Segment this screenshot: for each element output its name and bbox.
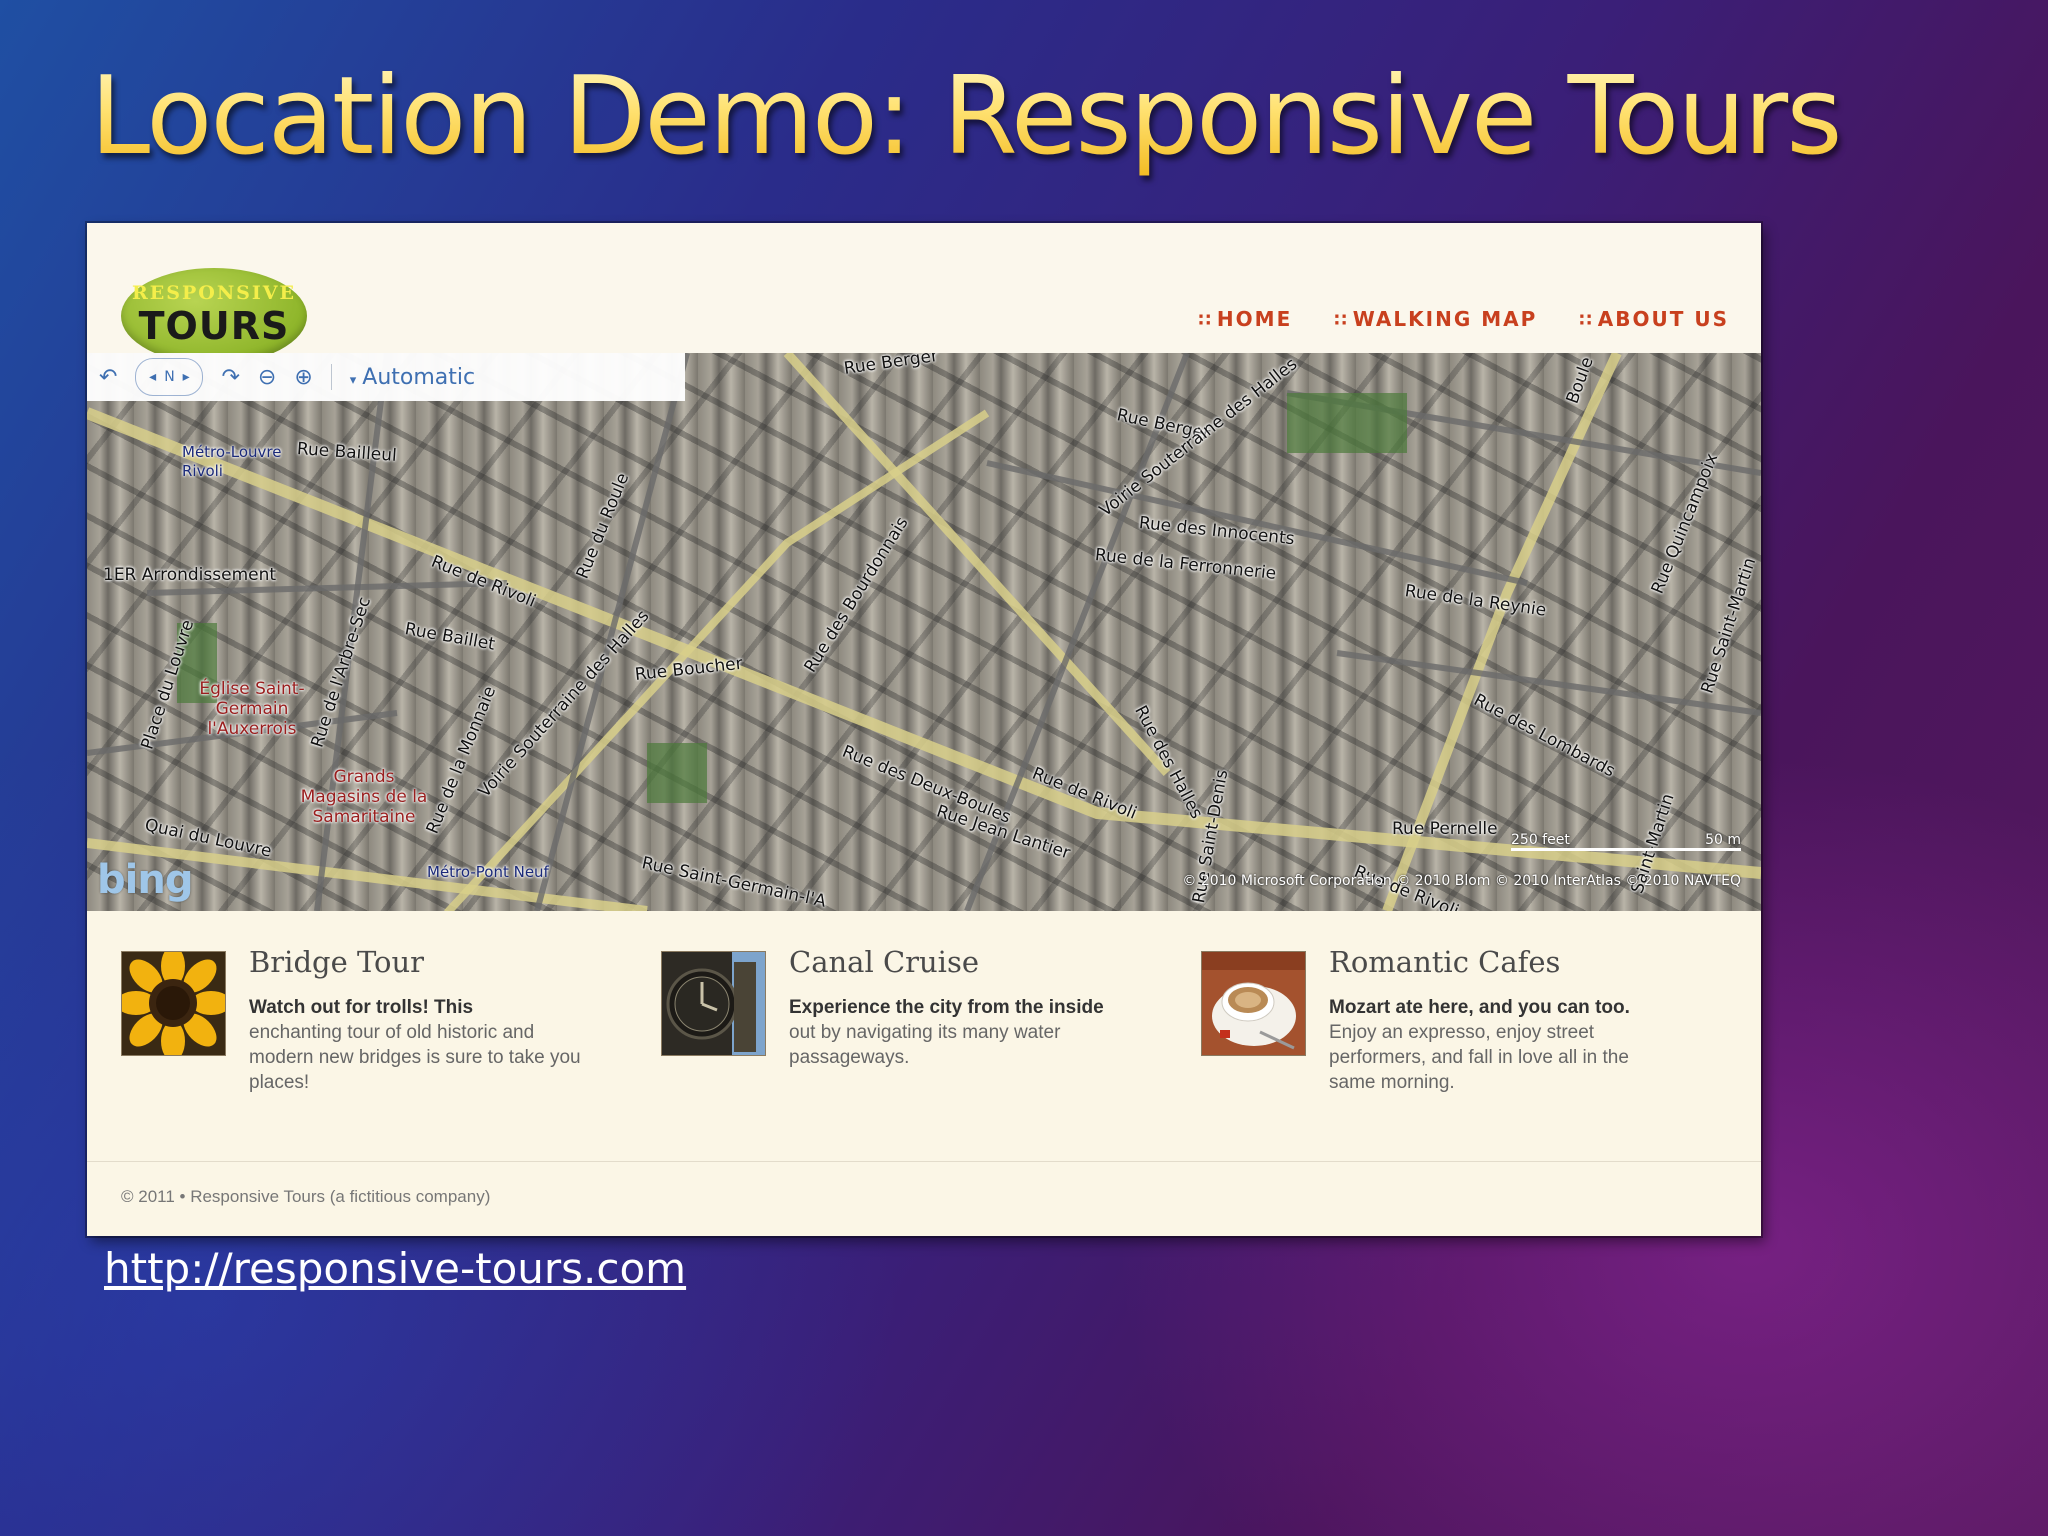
zoom-out-icon[interactable]: ⊖ bbox=[258, 365, 276, 390]
toolbar-divider bbox=[330, 364, 332, 390]
sunflower-image[interactable] bbox=[121, 951, 226, 1056]
tour-lead: Mozart ate here, and you can too. bbox=[1329, 997, 1630, 1018]
logo-top-text: RESPONSIVE bbox=[131, 282, 297, 304]
map-scale-meters: 50 m bbox=[1705, 832, 1741, 848]
tour-title[interactable]: Canal Cruise bbox=[789, 945, 979, 979]
bing-logo: bing bbox=[97, 857, 193, 903]
logo-bottom-text: TOURS bbox=[138, 304, 290, 348]
compass-label: N bbox=[164, 369, 175, 385]
tour-list: Bridge Tour Watch out for trolls! This en… bbox=[87, 911, 1761, 1141]
nav-bullet-icon: ∷ bbox=[1579, 310, 1594, 331]
tour-card-bridge[interactable]: Bridge Tour Watch out for trolls! This en… bbox=[121, 945, 621, 1121]
website-screenshot: RESPONSIVE TOURS ∷ HOME ∷ WALKING MAP ∷ ABO… bbox=[87, 223, 1761, 1236]
map-scale-bar: 250 feet 50 m bbox=[1511, 832, 1741, 851]
map-label: Rue Pernelle bbox=[1392, 819, 1498, 839]
tour-card-canal[interactable]: Canal Cruise Experience the city from th… bbox=[661, 945, 1161, 1121]
nav-about-us[interactable]: ∷ ABOUT US bbox=[1579, 307, 1729, 331]
tour-description: Mozart ate here, and you can too. Enjoy a… bbox=[1329, 995, 1679, 1095]
tour-title[interactable]: Bridge Tour bbox=[249, 945, 424, 979]
tour-lead: Watch out for trolls! This bbox=[249, 997, 474, 1018]
pan-right-icon[interactable]: ▸ bbox=[183, 369, 190, 385]
site-header: RESPONSIVE TOURS ∷ HOME ∷ WALKING MAP ∷ ABO… bbox=[87, 223, 1761, 364]
site-url-link[interactable]: http://responsive-tours.com bbox=[104, 1244, 686, 1293]
map-mode-dropdown[interactable]: ▾ Automatic bbox=[350, 365, 475, 390]
coffee-cup-image[interactable] bbox=[1201, 951, 1306, 1056]
tour-body: Enjoy an expresso, enjoy street performe… bbox=[1329, 1022, 1629, 1093]
chevron-down-icon: ▾ bbox=[349, 372, 357, 388]
tour-description: Watch out for trolls! This enchanting tou… bbox=[249, 995, 599, 1095]
nav-walking-map-label: WALKING MAP bbox=[1352, 307, 1538, 331]
map-label: 1ER Arrondissement bbox=[103, 565, 277, 585]
map-copyright: © 2010 Microsoft Corporation © 2010 Blom… bbox=[1182, 873, 1741, 889]
nav-home-label: HOME bbox=[1216, 307, 1293, 331]
clock-image[interactable] bbox=[661, 951, 766, 1056]
slide-title: Location Demo: Responsive Tours bbox=[90, 52, 1990, 182]
compass-control[interactable]: ◂ N ▸ bbox=[135, 358, 204, 396]
tour-title[interactable]: Romantic Cafes bbox=[1329, 945, 1560, 979]
main-nav: ∷ HOME ∷ WALKING MAP ∷ ABOUT US bbox=[1198, 307, 1729, 331]
map-label-metro: Métro-Louvre Rivoli bbox=[182, 443, 282, 480]
map-label-metro: Métro-Pont Neuf bbox=[427, 863, 549, 881]
rotate-left-icon[interactable]: ↶ bbox=[99, 365, 117, 390]
pan-left-icon[interactable]: ◂ bbox=[149, 369, 156, 385]
footer-divider bbox=[87, 1161, 1761, 1162]
map-scale-feet: 250 feet bbox=[1511, 832, 1570, 848]
map-mode-label: Automatic bbox=[362, 364, 476, 390]
site-footer: © 2011 • Responsive Tours (a fictitious … bbox=[121, 1187, 491, 1206]
tour-lead: Experience the city from the inside bbox=[789, 997, 1104, 1018]
nav-home[interactable]: ∷ HOME bbox=[1198, 307, 1292, 331]
responsive-tours-logo[interactable]: RESPONSIVE TOURS bbox=[121, 268, 307, 364]
map-roads bbox=[87, 353, 1761, 911]
nav-walking-map[interactable]: ∷ WALKING MAP bbox=[1334, 307, 1537, 331]
map-label-poi: Grands Magasins de la Samaritaine bbox=[300, 767, 428, 827]
nav-about-us-label: ABOUT US bbox=[1597, 307, 1729, 331]
walking-map[interactable]: ↶ ◂ N ▸ ↷ ⊖ ⊕ ▾ Automatic Rue Berger Rue Be… bbox=[87, 353, 1761, 911]
rotate-right-icon[interactable]: ↷ bbox=[221, 365, 239, 390]
tour-body: out by navigating its many water passage… bbox=[789, 1022, 1061, 1068]
zoom-in-icon[interactable]: ⊕ bbox=[294, 365, 312, 390]
map-label-poi: Église Saint-Germain l'Auxerrois bbox=[199, 679, 305, 739]
nav-bullet-icon: ∷ bbox=[1334, 310, 1349, 331]
tour-card-cafes[interactable]: Romantic Cafes Mozart ate here, and you … bbox=[1201, 945, 1701, 1121]
tour-description: Experience the city from the inside out b… bbox=[789, 995, 1139, 1070]
nav-bullet-icon: ∷ bbox=[1198, 310, 1213, 331]
tour-body: enchanting tour of old historic and mode… bbox=[249, 1022, 581, 1093]
map-toolbar: ↶ ◂ N ▸ ↷ ⊖ ⊕ ▾ Automatic bbox=[87, 353, 685, 401]
